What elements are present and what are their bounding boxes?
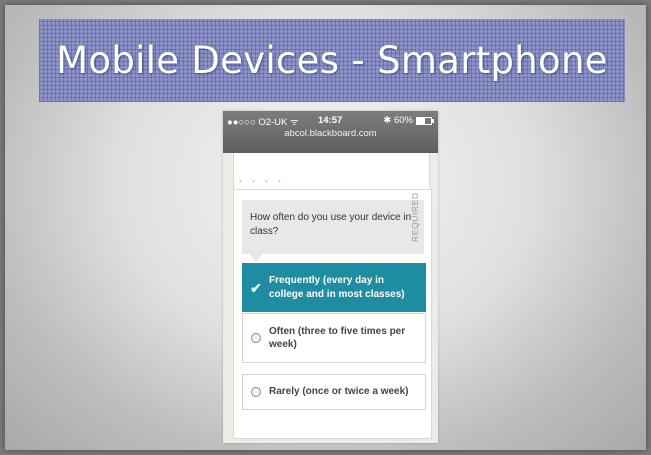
option-label: Frequently (every day in college and in … (269, 275, 405, 300)
divider-dots: • • • • (239, 177, 285, 186)
option-label: Often (three to five times per week) (269, 325, 406, 351)
battery-status: ✱ 60% (383, 115, 434, 126)
phone-status-bar: ●●○○○ O2-UK ᯤ 14:57 ✱ 60% abcol.blackboa… (223, 111, 438, 153)
poll-question-card: How often do you use your device in clas… (233, 189, 432, 439)
phone-screenshot: ●●○○○ O2-UK ᯤ 14:57 ✱ 60% abcol.blackboa… (223, 111, 438, 443)
check-icon: ✔ (250, 279, 262, 296)
title-banner: Mobile Devices - Smartphone (39, 19, 625, 102)
radio-icon (243, 387, 269, 397)
battery-icon (416, 116, 434, 125)
option-rarely[interactable]: Rarely (once or twice a week) (242, 374, 426, 410)
option-often[interactable]: Often (three to five times per week) (242, 313, 426, 363)
question-bubble: How often do you use your device in clas… (242, 200, 424, 263)
option-frequently[interactable]: ✔ Frequently (every day in college and i… (242, 263, 426, 312)
radio-icon (243, 333, 269, 343)
carrier-signal: ●●○○○ O2-UK ᯤ (227, 117, 299, 128)
slide-title: Mobile Devices - Smartphone (56, 39, 608, 82)
presentation-slide: Mobile Devices - Smartphone ●●○○○ O2-UK … (5, 5, 646, 450)
address-bar-url[interactable]: abcol.blackboard.com (223, 128, 438, 139)
battery-level: ✱ 60% (383, 115, 413, 126)
question-text: How often do you use your device in clas… (250, 212, 412, 237)
previous-question-card (233, 153, 430, 193)
required-label: REQUIRED (410, 192, 420, 242)
clock-time: 14:57 (318, 115, 343, 126)
option-label: Rarely (once or twice a week) (269, 386, 409, 398)
